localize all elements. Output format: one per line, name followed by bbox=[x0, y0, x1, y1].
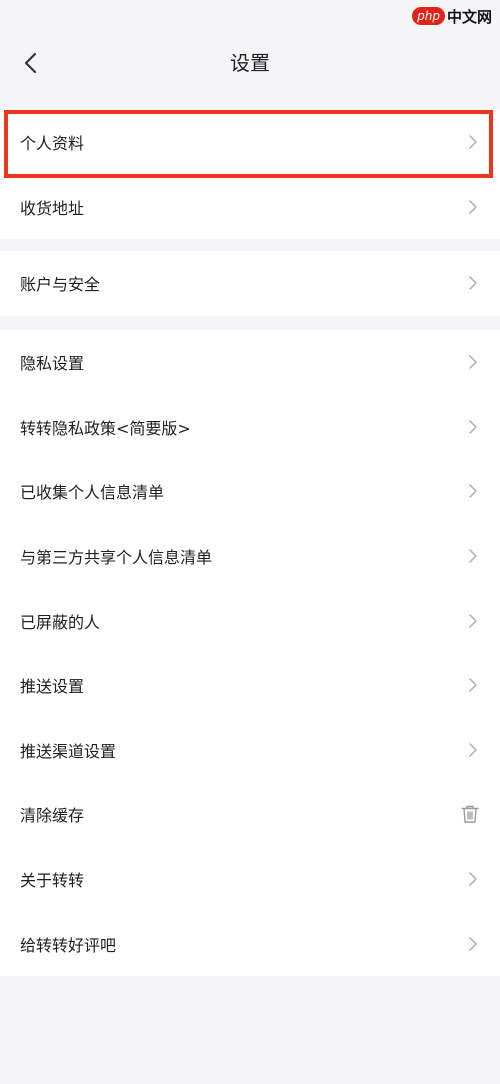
watermark-logo: php bbox=[412, 7, 445, 25]
top-bar: 设置 php 中文网 bbox=[0, 0, 500, 105]
settings-item-rate-app[interactable]: 给转转好评吧 bbox=[0, 911, 500, 976]
settings-item-privacy[interactable]: 隐私设置 bbox=[0, 330, 500, 395]
chevron-right-icon bbox=[469, 549, 477, 563]
settings-group-other: 隐私设置 转转隐私政策<简要版> 已收集个人信息清单 与第三方共享个人信息清单 … bbox=[0, 330, 500, 976]
settings-item-profile[interactable]: 个人资料 bbox=[0, 110, 500, 175]
chevron-right-icon bbox=[469, 420, 477, 434]
chevron-right-icon bbox=[469, 743, 477, 757]
settings-item-label: 关于转转 bbox=[20, 871, 85, 891]
chevron-right-icon bbox=[469, 276, 477, 291]
settings-item-third-party-sharing[interactable]: 与第三方共享个人信息清单 bbox=[0, 524, 500, 589]
settings-item-privacy-policy[interactable]: 转转隐私政策<简要版> bbox=[0, 395, 500, 460]
trash-icon[interactable] bbox=[460, 804, 480, 824]
settings-item-about[interactable]: 关于转转 bbox=[0, 847, 500, 912]
chevron-right-icon bbox=[469, 355, 477, 370]
chevron-right-icon bbox=[469, 872, 477, 886]
settings-item-blocked-users[interactable]: 已屏蔽的人 bbox=[0, 588, 500, 653]
settings-item-label: 清除缓存 bbox=[20, 806, 85, 826]
settings-item-label: 已屏蔽的人 bbox=[20, 612, 101, 632]
settings-group-account: 账户与安全 bbox=[0, 251, 500, 316]
watermark: php 中文网 bbox=[412, 4, 492, 28]
chevron-right-icon bbox=[469, 936, 477, 951]
page-title: 设置 bbox=[230, 51, 270, 75]
settings-item-label: 收货地址 bbox=[20, 198, 85, 218]
settings-item-clear-cache[interactable]: 清除缓存 bbox=[0, 782, 500, 847]
settings-item-address[interactable]: 收货地址 bbox=[0, 175, 500, 240]
settings-item-label: 给转转好评吧 bbox=[20, 935, 117, 955]
settings-item-push[interactable]: 推送设置 bbox=[0, 653, 500, 718]
chevron-right-icon bbox=[469, 613, 477, 628]
settings-item-label: 隐私设置 bbox=[20, 354, 85, 374]
settings-group-profile: 个人资料 收货地址 bbox=[0, 110, 500, 240]
settings-item-label: 推送设置 bbox=[20, 677, 85, 697]
chevron-right-icon bbox=[469, 200, 477, 214]
settings-item-push-channel[interactable]: 推送渠道设置 bbox=[0, 718, 500, 783]
chevron-right-icon bbox=[469, 678, 477, 693]
settings-item-label: 个人资料 bbox=[20, 134, 85, 154]
settings-item-label: 转转隐私政策<简要版> bbox=[20, 418, 191, 438]
watermark-text: 中文网 bbox=[446, 7, 492, 26]
settings-item-label: 与第三方共享个人信息清单 bbox=[20, 548, 213, 568]
settings-item-account-security[interactable]: 账户与安全 bbox=[0, 251, 500, 316]
settings-item-label: 已收集个人信息清单 bbox=[20, 483, 165, 503]
settings-item-collected-info[interactable]: 已收集个人信息清单 bbox=[0, 459, 500, 524]
chevron-right-icon bbox=[469, 135, 477, 150]
settings-item-label: 推送渠道设置 bbox=[20, 741, 117, 761]
chevron-right-icon bbox=[469, 484, 477, 499]
settings-item-label: 账户与安全 bbox=[20, 275, 101, 295]
